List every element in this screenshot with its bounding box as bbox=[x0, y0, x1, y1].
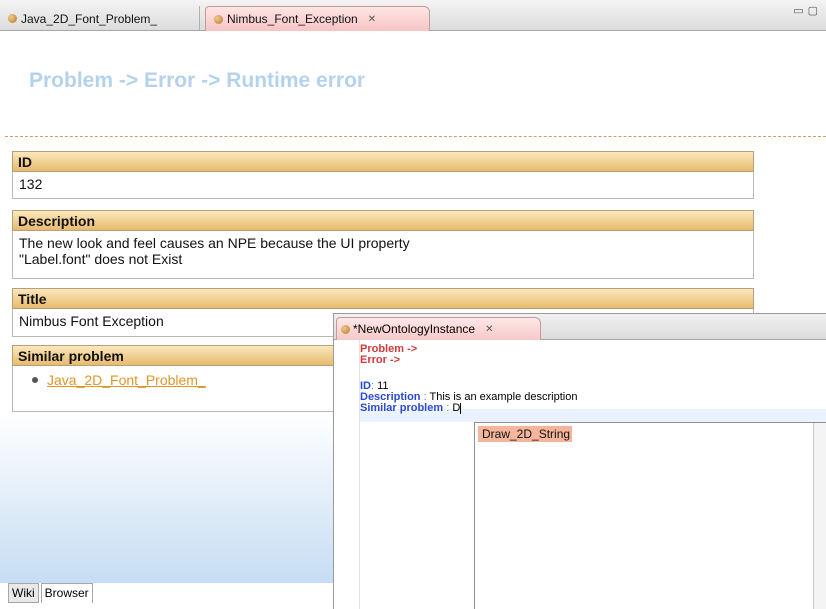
page-title: Problem -> Error -> Runtime error bbox=[29, 69, 366, 92]
autocomplete-suggestion[interactable]: Draw_2D_String bbox=[478, 426, 572, 442]
text-caret bbox=[460, 403, 462, 414]
editor-line-error: Error -> bbox=[360, 354, 401, 366]
popup-scrollbar[interactable] bbox=[813, 423, 826, 609]
description-line: The new look and feel causes an NPE beca… bbox=[19, 235, 410, 251]
similar-problem-key: Similar problem bbox=[360, 402, 444, 414]
tab-new-ontology-instance[interactable]: *NewOntologyInstance ✕ bbox=[336, 317, 541, 340]
tab-label: *NewOntologyInstance bbox=[353, 322, 476, 336]
tab-java-2d-font-problem[interactable]: Java_2D_Font_Problem_ bbox=[0, 6, 200, 31]
window-controls: ▭▢ bbox=[793, 4, 822, 17]
id-value: 132 bbox=[12, 172, 754, 199]
minimize-icon[interactable]: ▭ bbox=[793, 5, 807, 17]
description-header: Description bbox=[12, 210, 754, 231]
tab-label: Nimbus_Font_Exception bbox=[227, 12, 358, 26]
similar-problem-link[interactable]: Java_2D_Font_Problem_ bbox=[47, 372, 206, 388]
ontology-instance-icon bbox=[341, 324, 350, 334]
similar-problem-value: D bbox=[452, 402, 461, 414]
bullet-icon bbox=[32, 377, 38, 383]
tab-nimbus-font-exception[interactable]: Nimbus_Font_Exception ✕ bbox=[205, 6, 430, 31]
ontology-editor-panel: *NewOntologyInstance ✕ Problem -> Error … bbox=[333, 313, 826, 609]
close-icon[interactable]: ✕ bbox=[485, 324, 493, 335]
close-icon[interactable]: ✕ bbox=[368, 14, 376, 25]
editor-line-similar-problem[interactable]: Similar problem : D bbox=[360, 402, 462, 414]
editor-tab-bar: *NewOntologyInstance ✕ bbox=[334, 314, 826, 340]
description-line: "Label.font" does not Exist bbox=[19, 251, 183, 267]
tab-browser[interactable]: Browser bbox=[40, 583, 93, 603]
id-header: ID bbox=[12, 151, 754, 172]
divider bbox=[5, 136, 826, 137]
description-value: The new look and feel causes an NPE beca… bbox=[12, 231, 754, 279]
browser-background bbox=[0, 413, 333, 583]
tab-wiki[interactable]: Wiki bbox=[8, 583, 39, 603]
ontology-instance-icon bbox=[214, 14, 223, 24]
editor-tab-bar: Java_2D_Font_Problem_ Nimbus_Font_Except… bbox=[0, 0, 826, 31]
ontology-instance-icon bbox=[8, 14, 17, 23]
similar-problem-separator: : bbox=[446, 402, 450, 414]
title-header: Title bbox=[12, 288, 754, 309]
autocomplete-popup: Draw_2D_String bbox=[474, 422, 826, 609]
view-tabs: Wiki Browser bbox=[8, 583, 95, 603]
tab-label: Java_2D_Font_Problem_ bbox=[21, 11, 158, 26]
maximize-icon[interactable]: ▢ bbox=[808, 5, 822, 17]
